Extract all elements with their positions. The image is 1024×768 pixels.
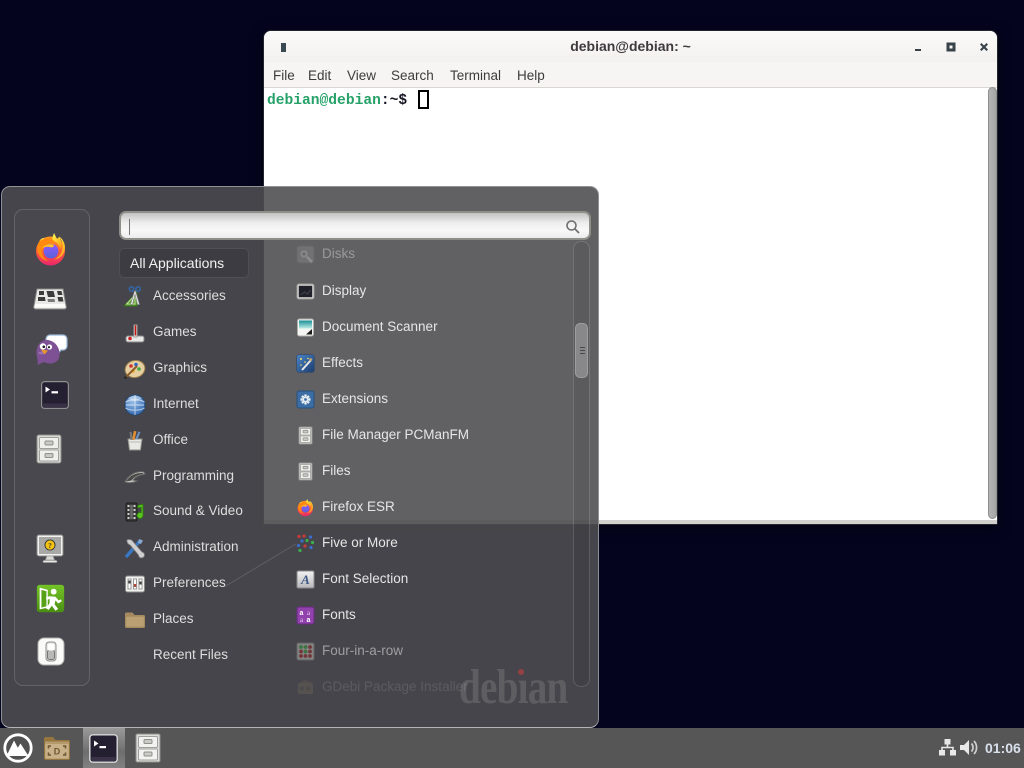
svg-text:?: ?: [48, 542, 52, 550]
svg-text:D: D: [54, 747, 61, 757]
svg-text:A: A: [300, 572, 310, 587]
svg-text:a: a: [307, 617, 311, 624]
